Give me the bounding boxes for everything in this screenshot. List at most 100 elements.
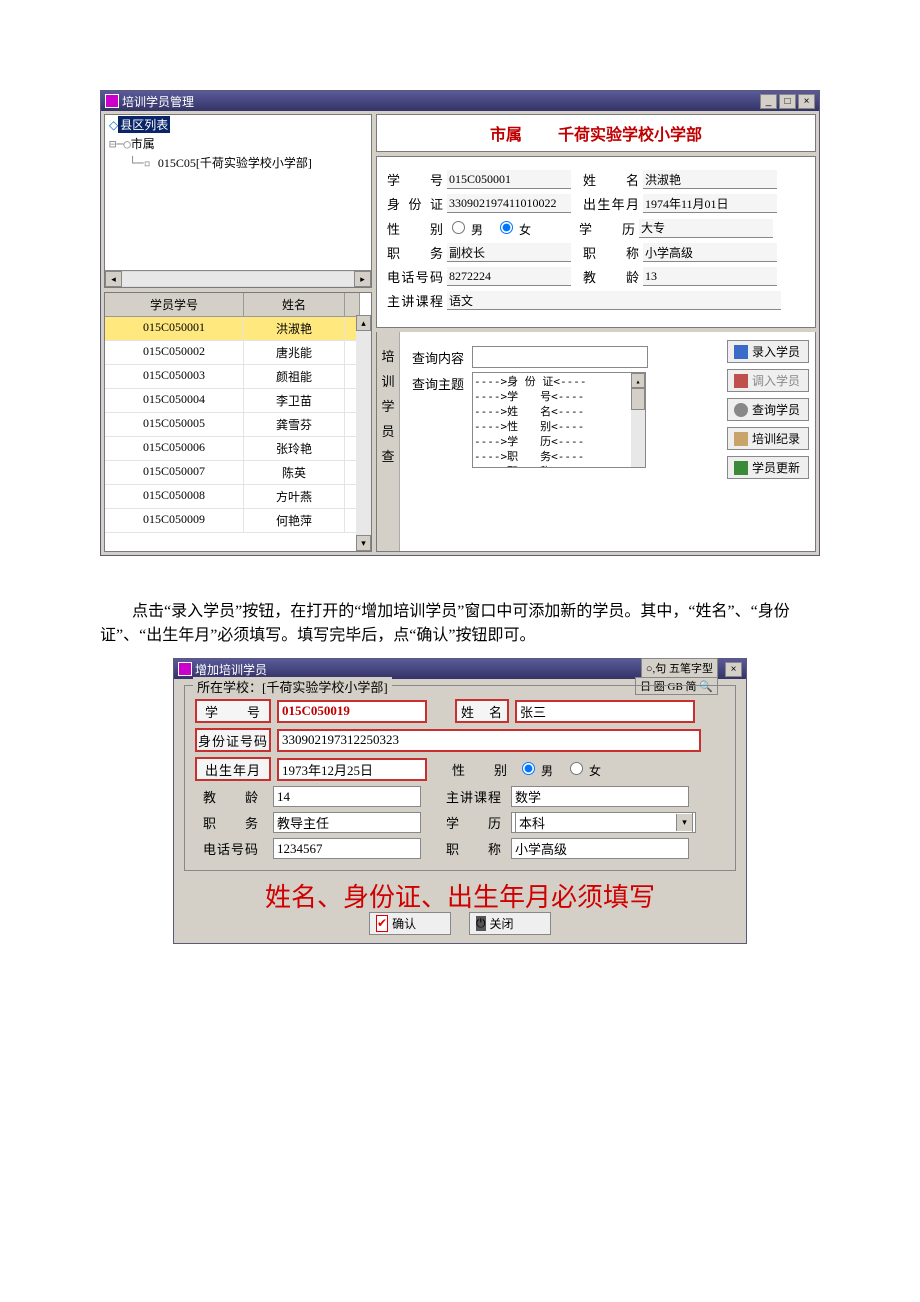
chevron-down-icon[interactable]: ▾ xyxy=(676,814,692,831)
label-years: 教 龄 xyxy=(583,267,643,286)
list-item[interactable]: ---->身 份 证<---- xyxy=(474,374,644,389)
input-student-no[interactable] xyxy=(447,170,571,189)
input-search-content[interactable] xyxy=(472,346,648,368)
table-row[interactable]: 015C050006张玲艳 xyxy=(105,437,371,461)
dinput-duty[interactable] xyxy=(273,812,421,833)
refresh-student-button[interactable]: 学员更新 xyxy=(727,456,809,479)
header-right: 千荷实验学校小学部 xyxy=(558,121,702,145)
query-student-button[interactable]: 查询学员 xyxy=(727,398,809,421)
dinput-name[interactable] xyxy=(515,700,695,723)
import-icon xyxy=(734,374,748,388)
add-student-dialog: 增加培训学员 × ○,句 五笔字型 日 圈 GB 简 🔍 所在学校：[千荷实验学… xyxy=(173,658,747,944)
dlbl-gender: 性 别 xyxy=(449,759,511,779)
list-item[interactable]: ---->职 务<---- xyxy=(474,449,644,464)
hscroll-track[interactable] xyxy=(122,272,354,286)
dinput-student-no[interactable] xyxy=(277,700,427,723)
tree-level1[interactable]: 市属 xyxy=(131,137,155,151)
dinput-title[interactable] xyxy=(511,838,689,859)
dlbl-course: 主讲课程 xyxy=(443,787,505,807)
dlbl-birth: 出生年月 xyxy=(195,757,271,781)
table-row[interactable]: 015C050001洪淑艳 xyxy=(105,317,371,341)
dinput-course[interactable] xyxy=(511,786,689,807)
ok-button[interactable]: ✔确认 xyxy=(369,912,451,935)
dialog-close-button[interactable]: × xyxy=(725,662,742,677)
import-student-button[interactable]: 调入学员 xyxy=(727,369,809,392)
minimize-button[interactable]: _ xyxy=(760,94,777,109)
scroll-up-button[interactable]: ▴ xyxy=(356,315,371,331)
close-button[interactable]: × xyxy=(798,94,815,109)
required-note: 姓名、身份证、出生年月必须填写 xyxy=(184,877,736,914)
dlbl-edu: 学 历 xyxy=(443,813,505,833)
input-duty[interactable] xyxy=(447,243,571,262)
label-search-content: 查询内容 xyxy=(412,346,472,367)
dradio-female[interactable]: 女 xyxy=(565,759,601,779)
table-row[interactable]: 015C050004李卫苗 xyxy=(105,389,371,413)
col-id-header[interactable]: 学员学号 xyxy=(105,293,244,316)
input-title[interactable] xyxy=(643,243,777,262)
col-name-header[interactable]: 姓名 xyxy=(244,293,345,316)
list-item[interactable]: ---->学 号<---- xyxy=(474,389,644,404)
dialog-title: 增加培训学员 xyxy=(195,661,267,678)
training-record-button[interactable]: 培训纪录 xyxy=(727,427,809,450)
grid-vscroll[interactable]: ▴ ▾ xyxy=(356,315,371,551)
titlebar[interactable]: 培训学员管理 _ □ × xyxy=(101,91,819,111)
student-grid[interactable]: 学员学号 姓名 015C050001洪淑艳015C050002唐兆能015C05… xyxy=(104,292,372,552)
input-idcard[interactable] xyxy=(447,194,571,213)
ime-toolbar[interactable]: ○,句 五笔字型 xyxy=(641,658,718,678)
table-row[interactable]: 015C050009何艳萍 xyxy=(105,509,371,533)
dcombo-edu[interactable]: ▾ xyxy=(511,812,696,833)
label-title: 职 称 xyxy=(583,243,643,262)
input-edu[interactable] xyxy=(639,219,773,238)
dinput-phone[interactable] xyxy=(273,838,421,859)
dlbl-phone: 电话号码 xyxy=(195,839,267,859)
input-years[interactable] xyxy=(643,267,777,286)
list-item[interactable]: ---->性 别<---- xyxy=(474,419,644,434)
label-birth: 出生年月 xyxy=(583,194,643,213)
scroll-right-button[interactable]: ▸ xyxy=(354,271,371,287)
dlbl-idcard: 身份证号码 xyxy=(195,728,271,752)
main-window: 培训学员管理 _ □ × ◇县区列表 ⊟─○市属 └─▫ 015C05[千荷实验… xyxy=(100,90,820,556)
dlbl-duty: 职 务 xyxy=(195,813,267,833)
add-student-button[interactable]: 录入学员 xyxy=(727,340,809,363)
scroll-left-button[interactable]: ◂ xyxy=(105,271,122,287)
dlbl-title: 职 称 xyxy=(443,839,505,859)
input-phone[interactable] xyxy=(447,267,571,286)
label-search-topic: 查询主题 xyxy=(412,372,472,393)
list-item[interactable]: ---->职 称<---- xyxy=(474,464,644,468)
dlbl-name: 姓 名 xyxy=(455,699,509,723)
table-row[interactable]: 015C050005龚雪芬 xyxy=(105,413,371,437)
dlbl-years: 教 龄 xyxy=(195,787,267,807)
label-duty: 职 务 xyxy=(387,243,447,262)
table-row[interactable]: 015C050003颜祖能 xyxy=(105,365,371,389)
label-phone: 电话号码 xyxy=(387,267,447,286)
table-row[interactable]: 015C050007陈英 xyxy=(105,461,371,485)
table-row[interactable]: 015C050002唐兆能 xyxy=(105,341,371,365)
maximize-button[interactable]: □ xyxy=(779,94,796,109)
county-tree[interactable]: ◇县区列表 ⊟─○市属 └─▫ 015C05[千荷实验学校小学部] ◂ ▸ xyxy=(104,114,372,288)
dinput-years[interactable] xyxy=(273,786,421,807)
input-birth[interactable] xyxy=(643,194,777,213)
vertical-tab[interactable]: 培 训 学 员 查 xyxy=(377,332,400,551)
dinput-birth[interactable] xyxy=(277,758,427,781)
radio-male[interactable]: 男 xyxy=(447,218,483,238)
label-edu: 学 历 xyxy=(579,219,639,238)
list-item[interactable]: ---->姓 名<---- xyxy=(474,404,644,419)
dlbl-student-no: 学 号 xyxy=(195,699,271,723)
tree-level2[interactable]: 015C05[千荷实验学校小学部] xyxy=(158,156,312,170)
tree-root[interactable]: 县区列表 xyxy=(118,116,170,133)
radio-female[interactable]: 女 xyxy=(495,218,531,238)
label-idcard: 身 份 证 xyxy=(387,194,447,213)
school-header: 市属 千荷实验学校小学部 xyxy=(376,114,816,152)
label-name: 姓 名 xyxy=(583,170,643,189)
header-left: 市属 xyxy=(490,121,522,145)
topic-listbox[interactable]: ---->身 份 证<-------->学 号<-------->姓 名<---… xyxy=(472,372,646,468)
dinput-idcard[interactable] xyxy=(277,729,701,752)
input-course[interactable] xyxy=(447,291,781,310)
dradio-male[interactable]: 男 xyxy=(517,759,553,779)
list-item[interactable]: ---->学 历<---- xyxy=(474,434,644,449)
exit-icon: ⏻ xyxy=(476,916,486,931)
scroll-down-button[interactable]: ▾ xyxy=(356,535,371,551)
input-name[interactable] xyxy=(643,170,777,189)
close-button[interactable]: ⏻关闭 xyxy=(469,912,551,935)
table-row[interactable]: 015C050008方叶燕 xyxy=(105,485,371,509)
